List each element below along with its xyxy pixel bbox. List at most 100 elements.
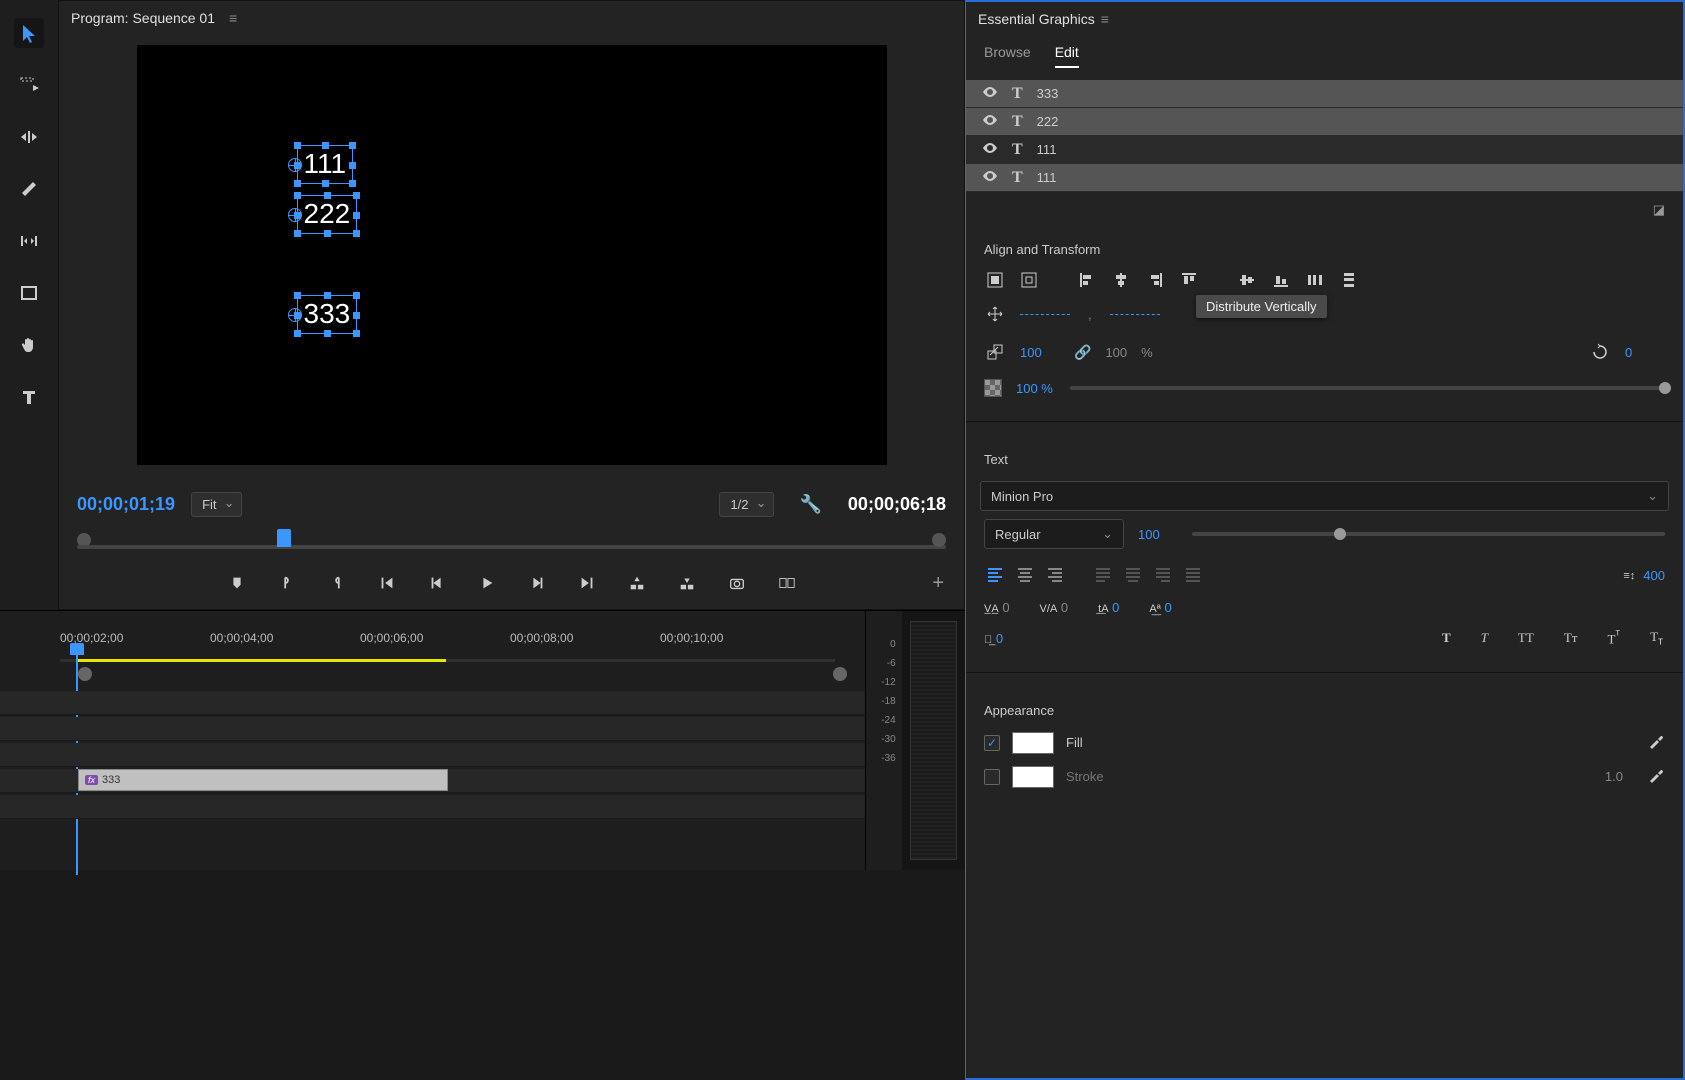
kerning-control[interactable]: V̲A̲ 0 — [984, 600, 1010, 615]
panel-menu-icon[interactable]: ≡ — [1101, 11, 1109, 27]
comparison-view-button[interactable] — [777, 573, 797, 593]
track-select-tool[interactable] — [14, 70, 44, 100]
subscript-button[interactable]: Tᴛ — [1648, 627, 1665, 650]
justify-center-button[interactable] — [1122, 563, 1144, 588]
smallcaps-button[interactable]: Tᴛ — [1562, 628, 1580, 648]
align-to-selection-button[interactable] — [984, 269, 1006, 291]
scrub-bar[interactable] — [59, 521, 964, 561]
justify-right-button[interactable] — [1152, 563, 1174, 588]
video-track[interactable] — [0, 795, 865, 819]
font-weight-dropdown[interactable]: Regular⌄ — [984, 519, 1124, 549]
video-track[interactable]: fx 333 — [0, 769, 865, 793]
tracking-control[interactable]: V/A 0 — [1040, 600, 1069, 615]
scroll-thumb[interactable] — [78, 667, 92, 681]
go-to-in-button[interactable] — [377, 573, 397, 593]
justify-left-button[interactable] — [1092, 563, 1114, 588]
layer-item[interactable]: T 111 — [966, 164, 1683, 192]
zoom-dropdown[interactable]: Fit — [191, 492, 241, 517]
position-y-value[interactable] — [1110, 314, 1160, 315]
step-forward-button[interactable] — [527, 573, 547, 593]
type-tool[interactable] — [14, 382, 44, 412]
video-track[interactable] — [0, 717, 865, 741]
align-left-button[interactable] — [1076, 269, 1098, 291]
resolution-dropdown[interactable]: 1/2 — [719, 492, 773, 517]
rectangle-tool[interactable] — [14, 278, 44, 308]
visibility-icon[interactable] — [982, 140, 998, 159]
export-frame-button[interactable] — [727, 573, 747, 593]
text-align-right-button[interactable] — [1044, 563, 1066, 588]
stroke-color-swatch[interactable] — [1012, 766, 1054, 788]
align-bottom-button[interactable] — [1270, 269, 1292, 291]
justify-full-button[interactable] — [1182, 563, 1204, 588]
extract-button[interactable] — [677, 573, 697, 593]
scale-width-value[interactable]: 100 — [1020, 345, 1060, 360]
align-top-button[interactable] — [1178, 269, 1200, 291]
work-area-bar[interactable] — [76, 659, 446, 662]
go-to-out-button[interactable] — [577, 573, 597, 593]
stroke-checkbox[interactable] — [984, 769, 1000, 785]
opacity-value[interactable]: 100 % — [1016, 381, 1056, 396]
position-x-value[interactable] — [1020, 314, 1070, 315]
slip-tool[interactable] — [14, 226, 44, 256]
timeline-clip[interactable]: fx 333 — [78, 769, 448, 791]
layer-item[interactable]: T 111 — [966, 136, 1683, 164]
visibility-icon[interactable] — [982, 168, 998, 187]
font-size-value[interactable]: 100 — [1138, 527, 1178, 542]
font-family-dropdown[interactable]: Minion Pro⌄ — [980, 481, 1669, 511]
selection-tool[interactable] — [14, 18, 44, 48]
align-v-center-button[interactable] — [1236, 269, 1258, 291]
superscript-button[interactable]: Tᵀ — [1605, 627, 1622, 649]
text-align-center-button[interactable] — [1014, 563, 1036, 588]
fill-color-swatch[interactable] — [1012, 732, 1054, 754]
hand-tool[interactable] — [14, 330, 44, 360]
opacity-slider[interactable] — [1070, 386, 1665, 390]
ripple-edit-tool[interactable] — [14, 122, 44, 152]
layer-item[interactable]: T 222 — [966, 108, 1683, 136]
allcaps-button[interactable]: TT — [1516, 628, 1536, 648]
lift-button[interactable] — [627, 573, 647, 593]
layer-item[interactable]: T 333 — [966, 80, 1683, 108]
bold-button[interactable]: T — [1440, 628, 1453, 648]
stroke-width-value[interactable]: 1.0 — [1605, 769, 1623, 784]
text-align-left-button[interactable] — [984, 563, 1006, 588]
rotation-value[interactable]: 0 — [1625, 345, 1665, 360]
program-viewport[interactable]: 111 222 333 — [137, 45, 887, 465]
video-track[interactable] — [0, 743, 865, 767]
visibility-icon[interactable] — [982, 84, 998, 103]
ttb-control[interactable]: あ̲ 0 — [984, 631, 1003, 646]
play-button[interactable] — [477, 573, 497, 593]
baseline-shift-control[interactable]: t͟A 0 — [1098, 600, 1119, 615]
text-object-2[interactable]: 222 — [297, 195, 358, 234]
text-object-3[interactable]: 333 — [297, 295, 358, 334]
align-to-frame-button[interactable] — [1018, 269, 1040, 291]
new-layer-icon[interactable]: ◪ — [1653, 202, 1665, 218]
scroll-thumb[interactable] — [833, 667, 847, 681]
distribute-vertical-button[interactable] — [1338, 269, 1360, 291]
link-icon[interactable]: 🔗 — [1074, 344, 1091, 361]
align-h-center-button[interactable] — [1110, 269, 1132, 291]
scale-height-value[interactable]: 100 — [1105, 345, 1127, 360]
panel-menu-icon[interactable]: ≡ — [229, 10, 237, 26]
visibility-icon[interactable] — [982, 112, 998, 131]
eyedropper-icon[interactable] — [1647, 732, 1665, 753]
mark-in-button[interactable] — [227, 573, 247, 593]
align-right-button[interactable] — [1144, 269, 1166, 291]
current-timecode[interactable]: 00;00;01;19 — [77, 494, 175, 515]
text-object-1[interactable]: 111 — [297, 145, 354, 184]
distribute-horizontal-button[interactable] — [1304, 269, 1326, 291]
fill-checkbox[interactable] — [984, 735, 1000, 751]
step-back-button[interactable] — [427, 573, 447, 593]
tsume-control[interactable]: A͟ª 0 — [1149, 600, 1171, 615]
timeline-playhead[interactable] — [70, 643, 84, 659]
settings-icon[interactable]: 🔧 — [800, 494, 822, 515]
out-point-button[interactable] — [327, 573, 347, 593]
playhead-icon[interactable] — [277, 529, 291, 547]
leading-value[interactable]: 400 — [1643, 568, 1665, 583]
eyedropper-icon[interactable] — [1647, 766, 1665, 787]
italic-button[interactable]: T — [1479, 628, 1490, 648]
timeline-panel[interactable]: 00;00;02;00 00;00;04;00 00;00;06;00 00;0… — [0, 611, 865, 870]
tab-browse[interactable]: Browse — [984, 44, 1031, 68]
razor-tool[interactable] — [14, 174, 44, 204]
font-size-slider[interactable] — [1192, 532, 1665, 536]
in-point-button[interactable] — [277, 573, 297, 593]
